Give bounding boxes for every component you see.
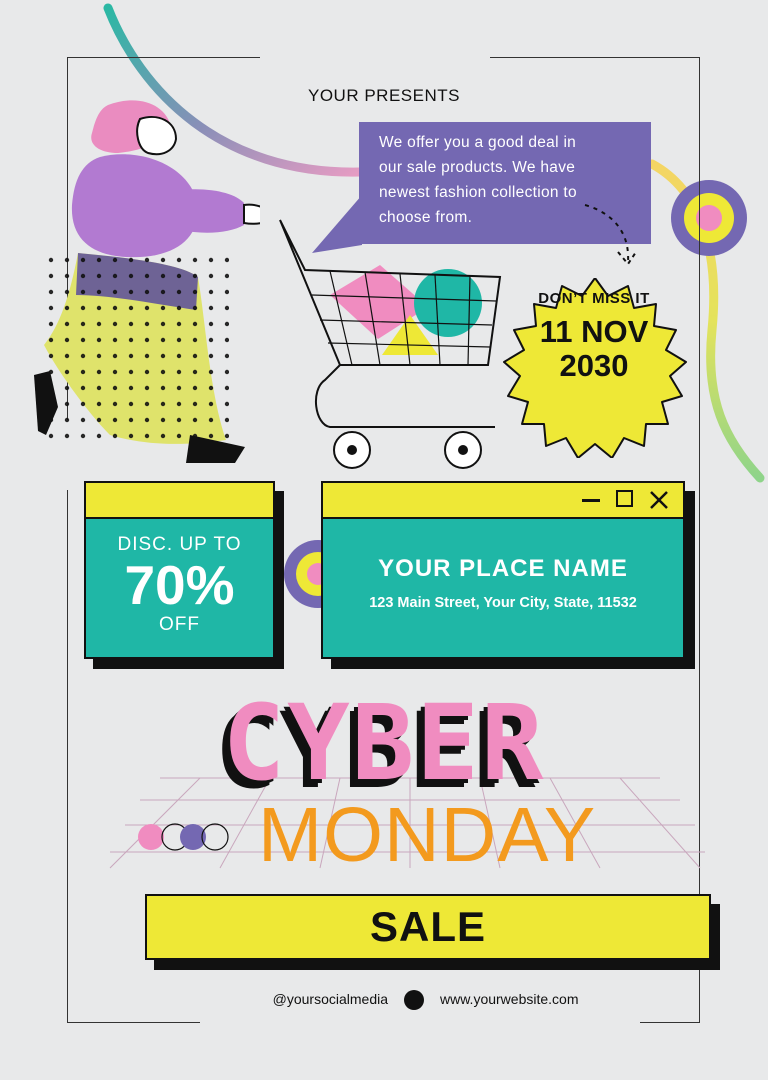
- shopper-illustration: [34, 100, 260, 463]
- title-monday: MONDAY: [258, 792, 597, 878]
- shopping-cart-icon: [279, 219, 502, 469]
- maximize-icon[interactable]: [616, 490, 633, 507]
- frame-gap: [200, 1015, 640, 1029]
- place-window-titlebar: [323, 483, 683, 519]
- place-name: YOUR PLACE NAME: [378, 555, 628, 582]
- place-address: 123 Main Street, Your City, State, 11532: [369, 595, 637, 611]
- website-link[interactable]: www.yourwebsite.com: [440, 991, 640, 1007]
- separator-dot-icon: [404, 990, 424, 1010]
- title-cyber: CYBER: [222, 682, 546, 804]
- badge-text: DON’T MISS IT 11 NOV 2030: [506, 290, 682, 383]
- circles-decoration: [138, 823, 229, 851]
- sale-banner: SALE: [145, 894, 711, 960]
- discount-percent: 70%: [124, 554, 235, 616]
- place-window: YOUR PLACE NAME 123 Main Street, Your Ci…: [321, 481, 685, 659]
- badge-year: 2030: [559, 348, 629, 383]
- badge-date: 11 NOV: [539, 314, 649, 349]
- place-content: YOUR PLACE NAME 123 Main Street, Your Ci…: [323, 519, 683, 611]
- dashed-arrow-icon: [584, 204, 637, 266]
- discount-prefix: DISC. UP TO: [117, 534, 242, 555]
- badge-caption: DON’T MISS IT: [538, 290, 650, 307]
- speech-line: our sale products. We have: [379, 159, 576, 176]
- frame-gap: [260, 50, 490, 64]
- discount-window: DISC. UP TO 70% OFF: [84, 481, 275, 659]
- speech-line: We offer you a good deal in: [379, 134, 577, 151]
- discount-window-titlebar: [86, 483, 273, 519]
- close-icon[interactable]: [649, 490, 669, 510]
- social-handle[interactable]: @yoursocialmedia: [200, 991, 388, 1007]
- discount-suffix: OFF: [159, 614, 200, 635]
- minimize-icon[interactable]: [582, 499, 600, 502]
- discount-content: DISC. UP TO 70% OFF: [86, 519, 273, 636]
- sale-label: SALE: [369, 903, 486, 950]
